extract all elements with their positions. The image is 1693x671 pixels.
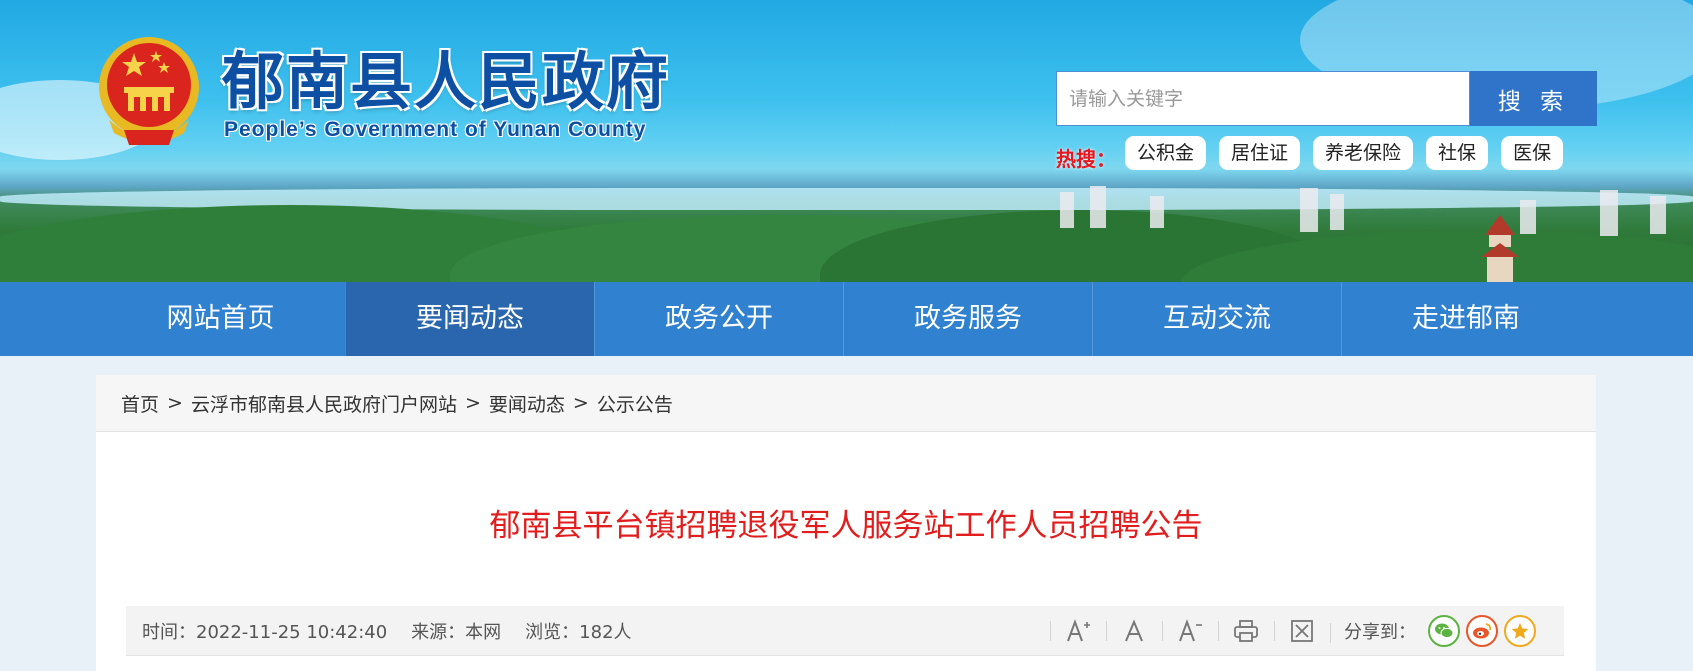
breadcrumb-news[interactable]: 要闻动态 [489,390,565,417]
nav-item-gov-services[interactable]: 政务服务 [843,282,1092,356]
close-window-icon[interactable] [1274,606,1330,656]
header-banner: 郁南县人民政府 People’s Government of Yunan Cou… [0,0,1693,282]
building-decoration [1600,190,1618,236]
building-decoration [1330,194,1344,230]
article-meta-bar: 时间：2022-11-25 10:42:40 来源：本网 浏览：182人 分享到… [126,606,1564,656]
font-normal-icon[interactable] [1106,606,1162,656]
article-title: 郁南县平台镇招聘退役军人服务站工作人员招聘公告 [489,508,1203,544]
breadcrumb-separator: > [167,392,183,414]
site-subtitle: People’s Government of Yunan County [224,118,647,141]
publish-time: 时间：2022-11-25 10:42:40 [142,621,388,643]
breadcrumb-portal[interactable]: 云浮市郁南县人民政府门户网站 [191,390,457,417]
breadcrumb-home[interactable]: 首页 [121,390,159,417]
wechat-icon[interactable] [1428,615,1460,647]
hot-search-label: 热搜： [1056,147,1116,171]
national-emblem-icon [99,37,199,145]
breadcrumb: 首页 > 云浮市郁南县人民政府门户网站 > 要闻动态 > 公示公告 [96,375,1596,432]
nav-item-about-yunan[interactable]: 走进郁南 [1341,282,1590,356]
hot-search-list: 公积金 居住证 养老保险 社保 医保 [1125,136,1576,170]
view-count: 浏览：182人 [525,621,632,643]
print-icon[interactable] [1218,606,1274,656]
hot-tag-pension-insurance[interactable]: 养老保险 [1313,136,1414,170]
article-container: 首页 > 云浮市郁南县人民政府门户网站 > 要闻动态 > 公示公告 郁南县平台镇… [96,375,1596,671]
building-decoration [1060,192,1074,228]
breadcrumb-announcements[interactable]: 公示公告 [597,390,673,417]
nav-item-gov-affairs[interactable]: 政务公开 [594,282,843,356]
nav-item-news[interactable]: 要闻动态 [345,282,594,356]
nav-item-home[interactable]: 网站首页 [96,282,345,356]
favorite-icon[interactable] [1504,615,1536,647]
site-title: 郁南县人民政府 [222,45,671,118]
breadcrumb-separator: > [572,392,589,414]
search-button[interactable]: 搜 索 [1470,71,1597,126]
building-decoration [1150,196,1164,228]
font-decrease-icon[interactable] [1162,606,1218,656]
search-box: 搜 索 [1056,71,1597,126]
font-increase-icon[interactable] [1050,606,1106,656]
breadcrumb-separator: > [464,392,481,414]
building-decoration [1300,188,1318,232]
building-decoration [1650,196,1666,234]
building-decoration [1090,186,1106,228]
main-nav: 网站首页 要闻动态 政务公开 政务服务 互动交流 走进郁南 [0,282,1693,356]
article-source: 来源：本网 [411,621,502,643]
weibo-icon[interactable] [1466,615,1498,647]
search-input[interactable] [1056,71,1470,126]
article-tools: 分享到： [1050,606,1536,656]
nav-item-interaction[interactable]: 互动交流 [1092,282,1341,356]
hot-tag-residence-permit[interactable]: 居住证 [1219,136,1301,170]
hot-tag-medical-insurance[interactable]: 医保 [1501,136,1564,170]
hot-tag-social-security[interactable]: 社保 [1426,136,1489,170]
hot-tag-housing-fund[interactable]: 公积金 [1125,136,1207,170]
share-label: 分享到： [1330,618,1422,644]
pagoda-decoration [1481,215,1519,282]
